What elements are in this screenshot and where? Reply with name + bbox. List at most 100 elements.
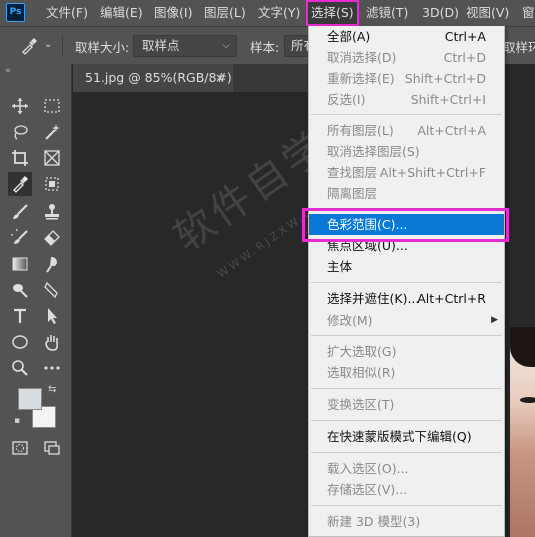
menu-item-deselect-layers[interactable]: 取消选择图层(S) (309, 141, 504, 162)
eraser-icon (44, 230, 60, 246)
menu-item-isolate-layers[interactable]: 隔离图层 (309, 183, 504, 204)
chevron-down-icon: ⌵ (222, 40, 230, 51)
path-select-tool[interactable] (40, 304, 64, 328)
menu-separator (311, 282, 502, 283)
history-brush-tool[interactable] (8, 226, 32, 250)
menu-item-load-selection[interactable]: 载入选区(O)... (309, 458, 504, 479)
pen-icon (44, 281, 58, 299)
menu-item-label: 查找图层 (327, 165, 378, 180)
show-sampling-ring-label[interactable]: 取样环 (503, 37, 535, 56)
menu-item-transform-selection[interactable]: 变换选区(T) (309, 394, 504, 415)
smudge-tool[interactable] (40, 252, 64, 276)
menu-separator (311, 452, 502, 453)
menu-item-label: 存储选区(V)... (327, 482, 408, 497)
menu-item-label: 选择并遮住(K)... (327, 291, 420, 306)
menu-bar: Ps 文件(F) 编辑(E) 图像(I) 图层(L) 文字(Y) 选择(S) 滤… (0, 0, 535, 26)
type-tool[interactable] (8, 304, 32, 328)
pen-tool[interactable] (40, 278, 64, 302)
stamp-icon (45, 204, 59, 220)
menu-item-grow[interactable]: 扩大选取(G) (309, 341, 504, 362)
dodge-tool[interactable] (8, 278, 32, 302)
stamp-tool[interactable] (40, 200, 64, 224)
submenu-arrow-icon: ▶ (491, 315, 498, 325)
frame-tool[interactable] (40, 146, 64, 170)
gradient-tool[interactable] (8, 252, 32, 276)
menu-separator (311, 335, 502, 336)
photo-hair (510, 327, 535, 367)
screen-mode-button[interactable] (40, 436, 64, 460)
lasso-tool[interactable] (8, 120, 32, 144)
foreground-color-swatch[interactable] (18, 388, 42, 410)
menu-type[interactable]: 文字(Y) (258, 0, 300, 26)
menu-item-shortcut: Ctrl+A (444, 29, 486, 44)
menu-window[interactable]: 窗 (522, 0, 535, 26)
menu-item-subject[interactable]: 主体 (309, 256, 504, 277)
menu-item-similar[interactable]: 选取相似(R) (309, 362, 504, 383)
dodge-icon (13, 284, 28, 298)
menu-item-label: 主体 (327, 259, 353, 274)
document-tab[interactable]: 51.jpg @ 85%(RGB/8#) × (73, 64, 233, 92)
menu-item-save-selection[interactable]: 存储选区(V)... (309, 479, 504, 500)
collapse-icon[interactable]: « (5, 66, 11, 76)
menu-layer[interactable]: 图层(L) (204, 0, 246, 26)
marquee-tool[interactable] (40, 94, 64, 118)
menu-item-shortcut: Ctrl+D (443, 50, 486, 65)
menu-item-reselect[interactable]: 重新选择(E) Shift+Ctrl+D (309, 68, 504, 89)
move-tool[interactable] (8, 94, 32, 118)
select-menu-dropdown: 全部(A) Ctrl+A 取消选择(D) Ctrl+D 重新选择(E) Shif… (308, 26, 505, 537)
quick-mask-button[interactable] (8, 436, 32, 460)
menu-item-label: 新建 3D 模型(3) (327, 514, 421, 529)
menu-item-shortcut: Alt+Ctrl+R (417, 291, 486, 306)
menu-3d[interactable]: 3D(D) (422, 0, 459, 26)
ellipse-icon (12, 335, 28, 349)
menu-item-all[interactable]: 全部(A) Ctrl+A (309, 26, 504, 47)
default-colors-icon[interactable]: ▪ (14, 416, 20, 426)
menu-edit[interactable]: 编辑(E) (100, 0, 143, 26)
document-tab-bar: 51.jpg @ 85%(RGB/8#) × (73, 64, 308, 92)
menu-item-select-and-mask[interactable]: 选择并遮住(K)... Alt+Ctrl+R (309, 288, 504, 309)
type-icon (14, 308, 26, 323)
zoom-icon (12, 360, 28, 376)
quick-mask-icon (12, 441, 28, 455)
menu-item-inverse[interactable]: 反选(I) Shift+Ctrl+I (309, 89, 504, 110)
menu-item-label: 载入选区(O)... (327, 461, 409, 476)
zoom-tool[interactable] (8, 356, 32, 380)
menu-item-label: 全部(A) (327, 29, 371, 44)
eyedropper-tool[interactable] (8, 172, 32, 196)
menu-separator (311, 420, 502, 421)
more-tools-button[interactable] (40, 356, 64, 380)
sample-size-select[interactable]: 取样点 ⌵ (133, 35, 237, 57)
chevron-down-icon[interactable]: ⌄ (44, 39, 52, 50)
sample-size-label: 取样大小: (75, 40, 130, 55)
close-icon[interactable]: × (215, 64, 225, 92)
screen-mode-icon (44, 441, 60, 455)
object-select-tool[interactable] (40, 172, 64, 196)
menu-file[interactable]: 文件(F) (46, 0, 88, 26)
eyedropper-preset-icon[interactable] (20, 37, 38, 55)
menu-item-modify[interactable]: 修改(M) ▶ (309, 310, 504, 331)
magic-wand-tool[interactable] (40, 120, 64, 144)
menu-item-label: 反选(I) (327, 92, 366, 107)
menu-item-label: 在快速蒙版模式下编辑(Q) (327, 429, 472, 444)
menu-filter[interactable]: 滤镜(T) (366, 0, 408, 26)
crop-tool[interactable] (8, 146, 32, 170)
eraser-tool[interactable] (40, 226, 64, 250)
hand-tool[interactable] (40, 330, 64, 354)
menu-item-new-3d-model[interactable]: 新建 3D 模型(3) (309, 511, 504, 532)
object-select-icon (45, 177, 59, 191)
menu-view[interactable]: 视图(V) (466, 0, 509, 26)
ellipse-tool[interactable] (8, 330, 32, 354)
menu-item-all-layers[interactable]: 所有图层(L) Alt+Ctrl+A (309, 120, 504, 141)
menu-item-deselect[interactable]: 取消选择(D) Ctrl+D (309, 47, 504, 68)
gradient-icon (12, 257, 28, 271)
menu-item-quick-mask-edit[interactable]: 在快速蒙版模式下编辑(Q) (309, 426, 504, 447)
photoshop-logo: Ps (6, 3, 25, 22)
brush-tool[interactable] (8, 200, 32, 224)
menu-image[interactable]: 图像(I) (154, 0, 192, 26)
more-icon (44, 366, 60, 370)
menu-item-find-layers[interactable]: 查找图层 Alt+Shift+Ctrl+F (309, 162, 504, 183)
swap-colors-icon[interactable]: ⇆ (48, 384, 56, 395)
toolbox: « ⇆ ▪ (0, 64, 72, 537)
eyedropper-icon (13, 176, 28, 193)
menu-select[interactable]: 选择(S) (306, 0, 359, 26)
